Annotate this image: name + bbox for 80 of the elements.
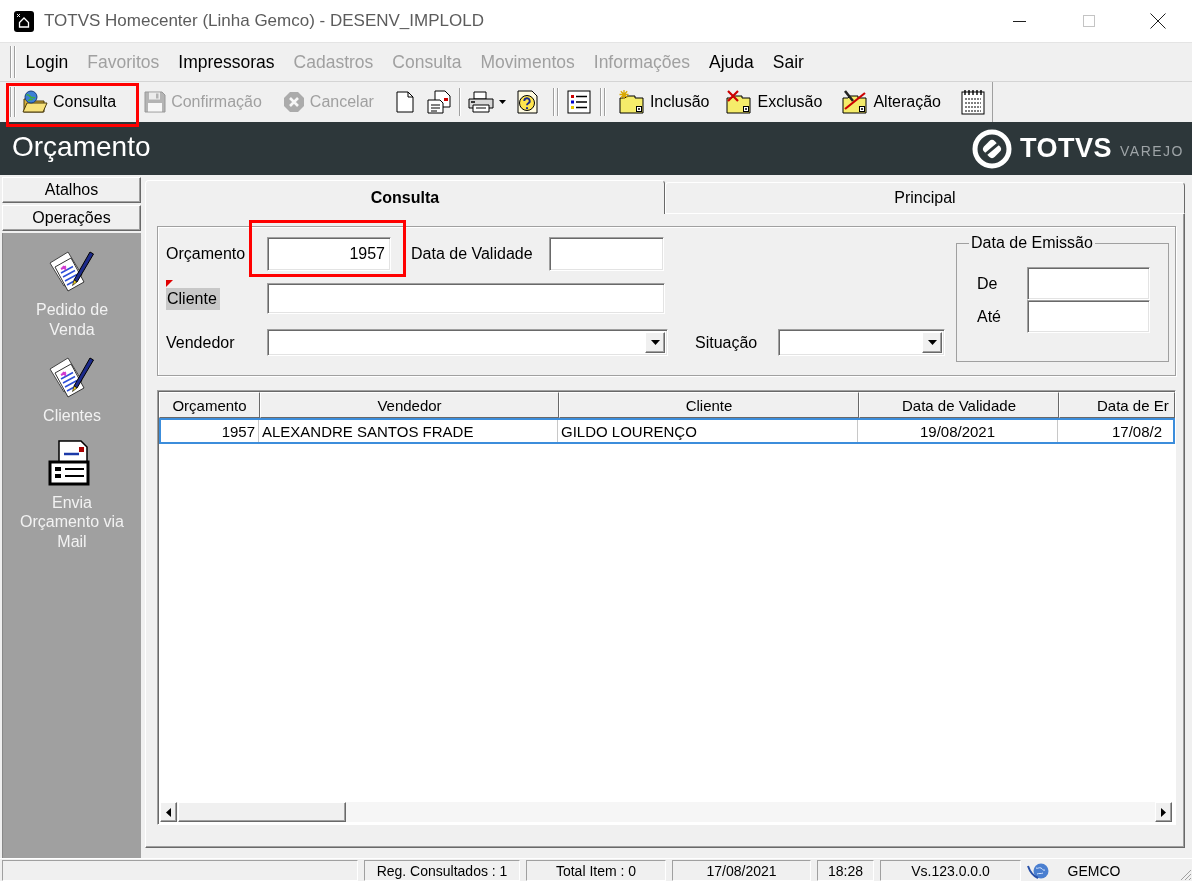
table-cell: ALEXANDRE SANTOS FRADE — [259, 418, 558, 444]
menu-item[interactable]: Impressoras — [168, 51, 285, 73]
toolbar-button[interactable]: Consulta — [19, 87, 120, 117]
folder-cross-icon — [726, 90, 753, 114]
status-panel: 17/08/2021 — [672, 860, 811, 881]
table-cell: 1957 — [159, 418, 259, 444]
globe-icon — [1027, 861, 1051, 880]
right-arrow-icon — [1161, 807, 1166, 817]
grip-icon[interactable] — [599, 88, 606, 116]
close-icon — [1149, 13, 1166, 29]
horizontal-scrollbar[interactable] — [160, 802, 1172, 822]
logo-icon — [972, 128, 1012, 169]
field-label: De — [976, 274, 999, 293]
field-label: Orçamento — [166, 244, 246, 264]
field-label: Vendedor — [166, 332, 235, 353]
status-panel: 18:28 — [817, 860, 874, 881]
caret-icon — [927, 340, 937, 345]
combo-box[interactable] — [267, 329, 668, 356]
text-field[interactable] — [267, 283, 665, 314]
toolbar-button[interactable]: Exclusão — [723, 87, 826, 117]
tab[interactable]: Consulta — [145, 180, 665, 214]
cancel-icon — [282, 91, 305, 113]
field-label: Cliente — [166, 287, 220, 310]
size-grip-icon[interactable] — [1180, 869, 1192, 881]
field-label: Data de Validade — [411, 244, 533, 264]
text-field[interactable] — [1027, 300, 1150, 333]
document-icon[interactable] — [395, 91, 414, 113]
dropdown-button[interactable] — [922, 332, 942, 353]
column-header[interactable]: Cliente — [559, 392, 859, 418]
page-title: Orçamento — [12, 130, 151, 163]
field-label: Situação — [695, 332, 758, 353]
menu-item[interactable]: Sair — [763, 51, 814, 73]
status-panel: Total Item : 0 — [526, 860, 666, 881]
status-panel: Reg. Consultados : 1 — [364, 860, 520, 881]
logo-text: TOTVS — [1020, 133, 1112, 164]
column-header[interactable]: Orçamento — [159, 392, 260, 418]
minimize-icon — [1013, 20, 1026, 22]
toolbar-button[interactable]: Alteração — [839, 87, 944, 117]
column-header[interactable]: Data de Er — [1059, 392, 1175, 418]
column-header[interactable]: Data de Validade — [859, 392, 1059, 418]
maximize-icon — [1082, 15, 1095, 27]
grip-icon[interactable] — [552, 88, 559, 116]
left-arrow-icon — [166, 807, 171, 817]
text-field[interactable] — [1027, 267, 1150, 300]
scroll-thumb[interactable] — [178, 802, 346, 822]
folder-globe-icon — [22, 90, 48, 114]
scroll-right-button[interactable] — [1155, 802, 1172, 822]
field-label: Até — [976, 307, 1002, 326]
tab[interactable]: Principal — [665, 182, 1185, 213]
table-row[interactable]: 1957 ALEXANDRE SANTOS FRADE GILDO LOURENÇO 19/08/2021 17/08/2 — [159, 418, 1175, 444]
calendar-icon[interactable] — [961, 89, 985, 115]
text-field[interactable] — [549, 237, 664, 271]
menu-item[interactable]: Login — [16, 51, 78, 73]
grip-icon[interactable] — [10, 87, 16, 117]
text-field[interactable]: 1957 — [267, 237, 391, 271]
toolbar-button[interactable]: Inclusão — [615, 87, 713, 117]
scroll-left-button[interactable] — [160, 802, 177, 822]
column-header[interactable]: Vendedor — [260, 392, 559, 418]
dropdown-button[interactable] — [645, 332, 665, 353]
folder-sparkle-icon — [618, 90, 645, 114]
grip-icon[interactable] — [10, 46, 16, 78]
logo-tagline: VAREJO — [1120, 142, 1184, 159]
status-panel: Vs.123.0.0.0 — [880, 860, 1021, 881]
sidebar-section-button[interactable]: Operações — [2, 205, 141, 231]
table-cell: GILDO LOURENÇO — [558, 418, 858, 444]
group-title: Data de Emissão — [970, 234, 1094, 252]
menu-item[interactable]: Ajuda — [699, 51, 764, 73]
documents-icon[interactable] — [426, 90, 451, 114]
caret-icon — [650, 340, 660, 345]
folder-pencil-icon — [842, 90, 869, 114]
table-cell: 19/08/2021 — [858, 418, 1058, 444]
window-title: TOTVS Homecenter (Linha Gemco) - DESENV_IMPLOLD — [44, 11, 484, 31]
list-icon[interactable] — [566, 90, 591, 114]
combo-box[interactable] — [778, 329, 945, 356]
caret-icon[interactable] — [498, 100, 506, 104]
sidebar-section-button[interactable]: Atalhos — [2, 177, 141, 203]
printer-icon[interactable] — [467, 91, 494, 113]
app-icon — [14, 10, 34, 32]
status-text: GEMCO — [1066, 861, 1122, 881]
table-cell-text: 17/08/2 — [1111, 421, 1164, 442]
